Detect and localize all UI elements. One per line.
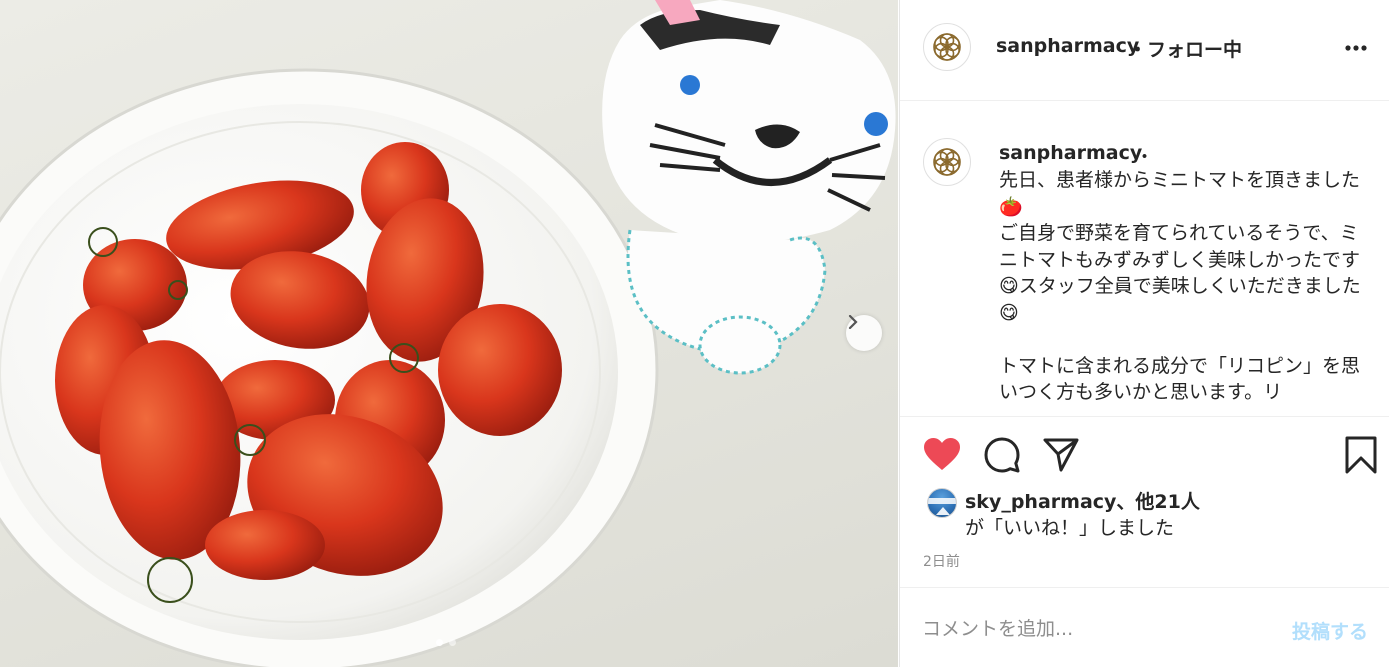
likes-users[interactable]: sky_pharmacy、他21人	[965, 487, 1200, 514]
follow-status[interactable]: ・フォロー中	[1128, 35, 1242, 62]
sky-pharmacy-logo-icon	[928, 498, 956, 515]
post-photo[interactable]	[0, 0, 898, 667]
post-caption: sanpharmacy ・ 先日、患者様からミニトマトを頂きました🍅 ご自身で野…	[900, 101, 1389, 417]
caption-username[interactable]: sanpharmacy	[999, 142, 1142, 164]
bookmark-icon[interactable]	[1344, 436, 1378, 474]
liker-avatar[interactable]	[927, 488, 957, 518]
tomato-bowl-image	[0, 0, 896, 667]
post-header: sanpharmacy ・フォロー中	[900, 0, 1389, 101]
chevron-right-icon	[848, 315, 858, 329]
more-options-icon[interactable]	[1340, 38, 1372, 58]
likes-summary: sky_pharmacy、他21人 が「いいね！」しました	[923, 486, 1373, 542]
comment-input[interactable]	[922, 614, 1252, 644]
post-side-panel: sanpharmacy ・フォロー中 sanpharmacy ・ 先日、患者様か…	[899, 0, 1389, 667]
carousel-dot-1	[436, 639, 443, 646]
sanpharmacy-logo-icon	[933, 148, 961, 176]
share-icon[interactable]	[1042, 436, 1080, 474]
caption-avatar[interactable]	[923, 138, 971, 186]
comment-bar: 投稿する	[900, 587, 1389, 667]
caption-text: 先日、患者様からミニトマトを頂きました🍅 ご自身で野菜を育てられているそうで、ミ…	[999, 169, 1361, 403]
header-username[interactable]: sanpharmacy	[996, 35, 1139, 57]
sanpharmacy-logo-icon	[933, 33, 961, 61]
action-bar	[900, 418, 1389, 490]
caption-separator: ・	[1135, 146, 1155, 168]
avatar[interactable]	[923, 23, 971, 71]
post-comment-button[interactable]: 投稿する	[1292, 617, 1368, 644]
carousel-next-button[interactable]	[846, 315, 882, 351]
carousel-indicator	[436, 639, 456, 646]
heart-icon[interactable]	[922, 436, 962, 472]
likes-suffix: が「いいね！」しました	[965, 517, 1175, 539]
carousel-dot-2	[449, 639, 456, 646]
post-timestamp[interactable]: 2日前	[923, 551, 960, 571]
comment-icon[interactable]	[983, 436, 1021, 474]
